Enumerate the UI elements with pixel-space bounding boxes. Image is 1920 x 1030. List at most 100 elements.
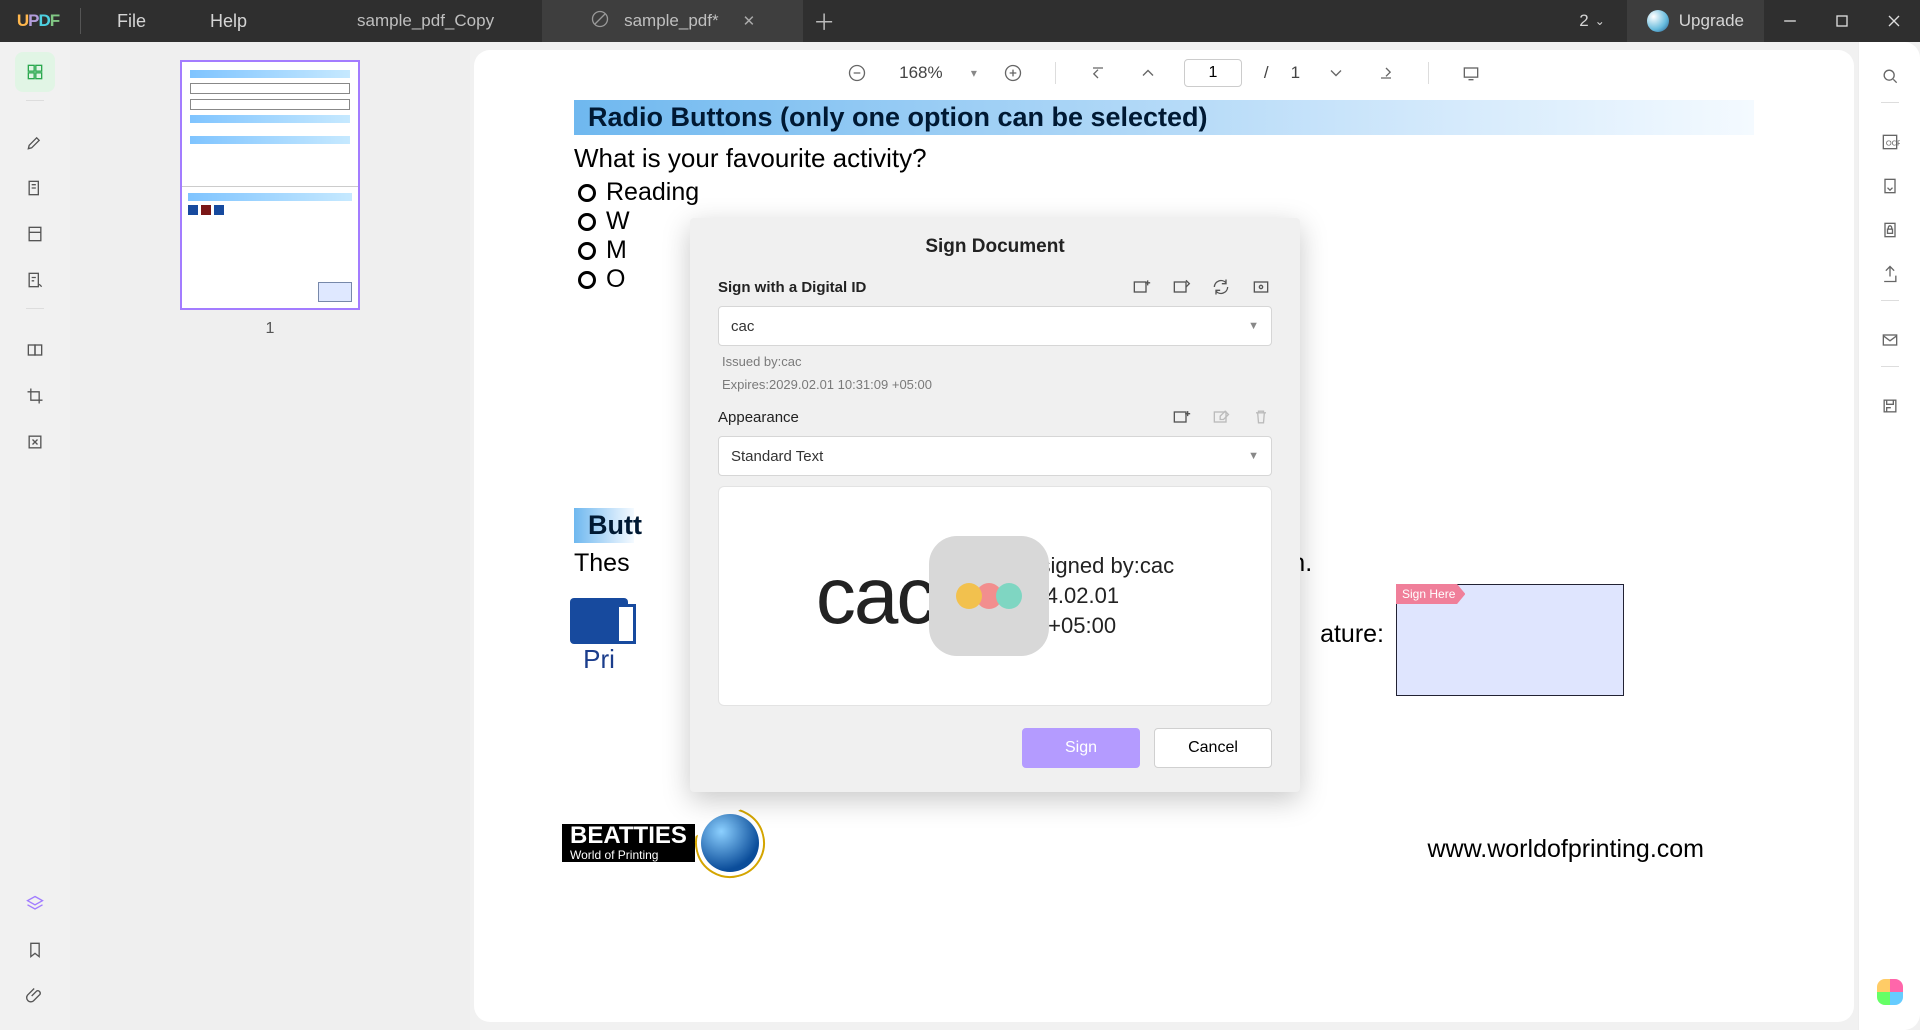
tab-label: sample_pdf* [624, 11, 719, 31]
prev-page-button[interactable] [1134, 59, 1162, 87]
compress-icon[interactable] [15, 422, 55, 462]
window-maximize[interactable] [1816, 0, 1868, 42]
convert-icon[interactable] [1870, 166, 1910, 206]
separator [1055, 62, 1056, 84]
last-page-button[interactable] [1372, 59, 1400, 87]
sign-button[interactable]: Sign [1022, 728, 1140, 768]
page-total: 1 [1291, 63, 1300, 83]
appearance-value: Standard Text [731, 448, 823, 465]
appearance-select[interactable]: Standard Text ▼ [718, 436, 1272, 476]
chevron-down-icon: ⌄ [1595, 14, 1605, 28]
new-appearance-icon[interactable] [1170, 406, 1192, 428]
page-layout-icon[interactable] [15, 214, 55, 254]
highlighter-icon[interactable] [15, 122, 55, 162]
new-tab-button[interactable]: ＋ [803, 0, 845, 42]
thumbnails-panel: 1 [70, 42, 470, 1030]
tab-inactive[interactable]: sample_pdf_Copy [309, 0, 542, 42]
next-page-button[interactable] [1322, 59, 1350, 87]
radio-option[interactable]: Reading [578, 178, 1754, 207]
expires-text: Expires:2029.02.01 10:31:09 +05:00 [722, 377, 1272, 392]
dialog-title: Sign Document [690, 218, 1300, 272]
titlebar: UPDF File Help sample_pdf_Copy sample_pd… [0, 0, 1920, 42]
watermark-icon [929, 536, 1049, 656]
question-text: What is your favourite activity? [574, 143, 1754, 174]
thumbnails-panel-button[interactable] [15, 52, 55, 92]
tab-close-icon[interactable]: ✕ [743, 12, 756, 30]
radio-icon [578, 271, 596, 289]
upgrade-button[interactable]: Upgrade [1627, 0, 1764, 42]
protect-icon[interactable] [1870, 210, 1910, 250]
crop-icon[interactable] [15, 376, 55, 416]
email-icon[interactable] [1870, 320, 1910, 360]
tab-active[interactable]: sample_pdf* ✕ [542, 0, 803, 42]
refresh-icon[interactable] [1210, 276, 1232, 298]
radio-label: W [606, 207, 630, 236]
sign-with-label: Sign with a Digital ID [718, 279, 866, 296]
signature-field[interactable]: Sign Here [1396, 584, 1624, 696]
page-thumbnail[interactable] [180, 60, 360, 310]
globe-icon [701, 814, 759, 872]
page-number-input[interactable] [1184, 59, 1242, 87]
separator [1881, 102, 1899, 116]
avatar [1647, 10, 1669, 32]
window-minimize[interactable] [1764, 0, 1816, 42]
separator [26, 100, 44, 114]
svg-text:OCR: OCR [1885, 138, 1899, 147]
new-id-icon[interactable] [1130, 276, 1152, 298]
form-icon[interactable] [15, 260, 55, 300]
sign-here-tag: Sign Here [1396, 584, 1465, 604]
desc-left: Thes [574, 549, 630, 577]
print-label: Pri [583, 644, 615, 675]
bookmark-icon[interactable] [15, 930, 55, 970]
info-id-icon[interactable] [1250, 276, 1272, 298]
thumbnail-page-number: 1 [266, 320, 275, 338]
printer-icon [570, 598, 628, 644]
section-heading-buttons-cut: Butt [574, 508, 634, 543]
beatties-logo: BEATTIES World of Printing [562, 814, 759, 872]
window-count: 2 [1579, 11, 1588, 31]
sign-document-dialog: Sign Document Sign with a Digital ID cac… [690, 218, 1300, 792]
digital-id-value: cac [731, 318, 754, 335]
ocr-icon[interactable]: OCR [1870, 122, 1910, 162]
beatties-line1: BEATTIES [562, 824, 695, 848]
website-url: www.worldofprinting.com [1428, 835, 1705, 864]
cancel-button[interactable]: Cancel [1154, 728, 1272, 768]
ai-assistant-icon[interactable] [1870, 972, 1910, 1012]
separator [26, 308, 44, 322]
first-page-button[interactable] [1084, 59, 1112, 87]
share-icon[interactable] [1870, 254, 1910, 294]
layers-icon[interactable] [15, 884, 55, 924]
radio-label: Reading [606, 178, 699, 207]
save-icon[interactable] [1870, 386, 1910, 426]
upgrade-label: Upgrade [1679, 11, 1744, 31]
separator [1881, 366, 1899, 380]
window-count-dropdown[interactable]: 2 ⌄ [1557, 11, 1627, 31]
digital-id-select[interactable]: cac ▼ [718, 306, 1272, 346]
radio-icon [578, 184, 596, 202]
search-icon[interactable] [1870, 56, 1910, 96]
no-edit-icon [590, 9, 610, 34]
beatties-line2: World of Printing [562, 848, 695, 862]
signature-preview: cac Digitally signed by:cac Date:2024.02… [718, 486, 1272, 706]
zoom-in-button[interactable] [999, 59, 1027, 87]
zoom-out-button[interactable] [843, 59, 871, 87]
tab-label: sample_pdf_Copy [357, 11, 494, 31]
radio-label: O [606, 265, 625, 294]
import-id-icon[interactable] [1170, 276, 1192, 298]
menu-file[interactable]: File [85, 11, 178, 32]
app-logo: UPDF [0, 11, 76, 31]
window-close[interactable] [1868, 0, 1920, 42]
delete-appearance-icon [1250, 406, 1272, 428]
right-tool-strip: OCR [1858, 42, 1920, 1030]
organize-pages-icon[interactable] [15, 330, 55, 370]
attachment-icon[interactable] [15, 976, 55, 1016]
chevron-down-icon: ▼ [1248, 450, 1259, 462]
zoom-caret-icon[interactable]: ▾ [971, 66, 977, 80]
menu-help[interactable]: Help [178, 11, 279, 32]
print-button-cut[interactable]: Pri [570, 598, 628, 675]
edit-text-icon[interactable] [15, 168, 55, 208]
radio-icon [578, 213, 596, 231]
zoom-level[interactable]: 168% [893, 63, 949, 83]
presentation-icon[interactable] [1457, 59, 1485, 87]
signature-label-cut: ature: [1320, 620, 1384, 649]
